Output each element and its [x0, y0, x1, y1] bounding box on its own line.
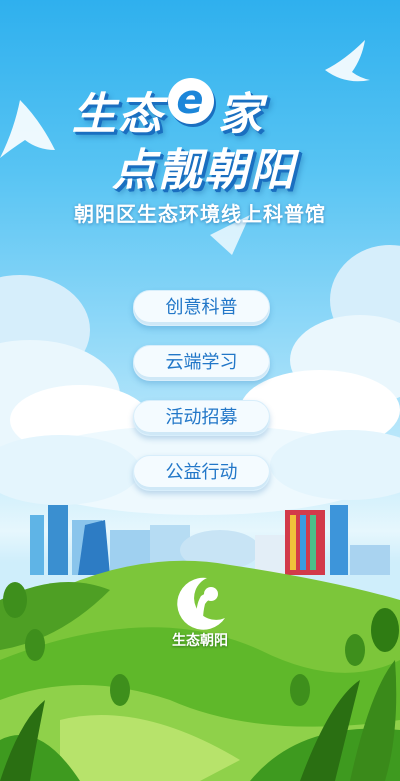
activity-recruit-button[interactable]: 活动招募 — [133, 400, 270, 436]
e-badge: e — [168, 78, 214, 124]
cloud-learning-button[interactable]: 云端学习 — [133, 345, 270, 381]
title-line-1: 生态 e 家 — [72, 78, 264, 142]
page: 生态 e 家 点靓朝阳 朝阳区生态环境线上科普馆 创意科普 云端学习 活动招募 公益… — [0, 0, 400, 781]
title-block: 生态 e 家 点靓朝阳 朝阳区生态环境线上科普馆 — [0, 0, 400, 240]
title-text-part-2: 家 — [218, 89, 264, 140]
title-text-part-1: 生态 — [72, 89, 164, 140]
creative-science-button[interactable]: 创意科普 — [133, 290, 270, 326]
logo-icon — [177, 577, 225, 630]
logo-text: 生态朝阳 — [172, 633, 228, 649]
subtitle: 朝阳区生态环境线上科普馆 — [74, 202, 326, 226]
title-line-2: 点靓朝阳 — [112, 145, 296, 196]
public-welfare-button[interactable]: 公益行动 — [133, 455, 270, 491]
menu-buttons: 创意科普 云端学习 活动招募 公益行动 — [133, 290, 270, 510]
